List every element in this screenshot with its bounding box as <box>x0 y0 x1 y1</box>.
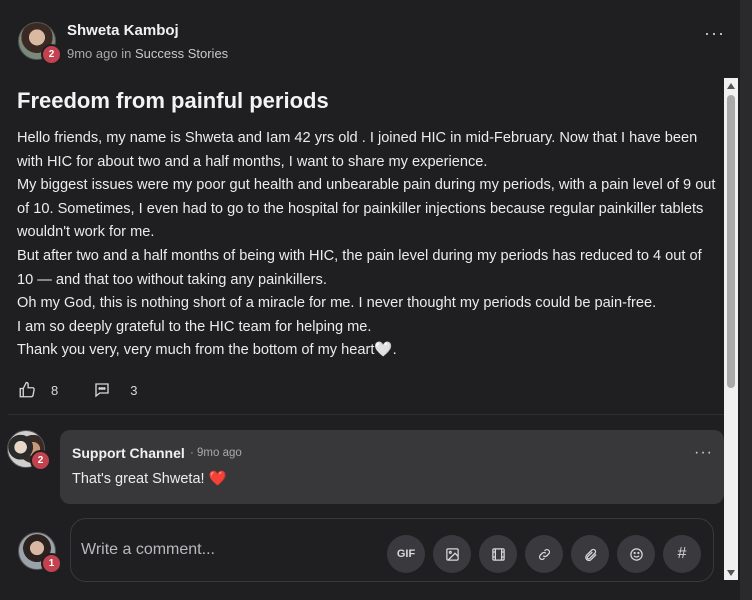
heart-emoji-icon: ❤️ <box>208 471 227 487</box>
post-meta: 9mo ago in Success Stories <box>67 46 228 61</box>
commenter-avatar[interactable]: 2 <box>7 430 51 471</box>
comment-input[interactable]: Write a comment... <box>81 541 215 559</box>
gif-button[interactable]: GIF <box>387 535 425 573</box>
post-title: Freedom from painful periods <box>17 88 329 113</box>
author-level-badge: 2 <box>41 44 62 65</box>
comment-author[interactable]: Support Channel <box>72 445 185 461</box>
link-icon[interactable] <box>525 535 563 573</box>
background-edge <box>740 0 752 600</box>
meta-in: in <box>121 46 132 61</box>
scrollbar[interactable] <box>724 78 738 580</box>
comment-composer[interactable]: Write a comment... GIF # <box>70 518 714 582</box>
image-icon[interactable] <box>433 535 471 573</box>
post-paragraph: Hello friends, my name is Shweta and Iam… <box>17 130 698 170</box>
comment-time: · 9mo ago <box>190 447 242 459</box>
post-paragraph: Oh my God, this is nothing short of a mi… <box>17 295 657 312</box>
scroll-thumb[interactable] <box>727 95 735 388</box>
attachment-icon[interactable] <box>571 535 609 573</box>
post-more-options-icon[interactable]: ··· <box>704 24 725 42</box>
scroll-down-arrow-icon[interactable] <box>727 570 735 576</box>
comment-count: 3 <box>130 382 138 398</box>
post-paragraph: But after two and a half months of being… <box>17 247 702 288</box>
post-category[interactable]: Success Stories <box>135 46 228 61</box>
post-paragraph: I am so deeply grateful to the HIC team … <box>17 318 372 335</box>
post-body: Hello friends, my name is Shweta and Iam… <box>17 127 717 363</box>
video-icon[interactable] <box>479 535 517 573</box>
comment-more-options-icon[interactable]: ··· <box>694 445 713 461</box>
commenter-level-badge: 2 <box>30 450 51 471</box>
comment-icon[interactable] <box>93 381 111 399</box>
user-level-badge: 1 <box>41 553 62 574</box>
post-paragraph: Thank you very, very much from the botto… <box>17 342 397 359</box>
comment-text: That's great Shweta! ❤️ <box>72 470 227 487</box>
reactions-bar: 8 3 <box>18 380 137 400</box>
comment-body: That's great Shweta! <box>72 471 205 487</box>
like-icon[interactable] <box>18 381 36 399</box>
scroll-up-arrow-icon[interactable] <box>727 83 735 89</box>
post-panel: 2 Shweta Kamboj 9mo ago in Success Stori… <box>0 0 752 600</box>
post-header: 2 Shweta Kamboj 9mo ago in Success Stori… <box>18 20 752 68</box>
divider <box>8 414 724 415</box>
emoji-icon[interactable] <box>617 535 655 573</box>
post-time: 9mo ago <box>67 46 118 61</box>
comment-bubble: Support Channel · 9mo ago That's great S… <box>60 430 724 504</box>
post-paragraph: My biggest issues were my poor gut healt… <box>17 177 716 241</box>
author-name[interactable]: Shweta Kamboj <box>67 22 179 39</box>
like-count: 8 <box>51 382 59 398</box>
hashtag-button[interactable]: # <box>663 535 701 573</box>
current-user-avatar: 1 <box>18 532 62 574</box>
